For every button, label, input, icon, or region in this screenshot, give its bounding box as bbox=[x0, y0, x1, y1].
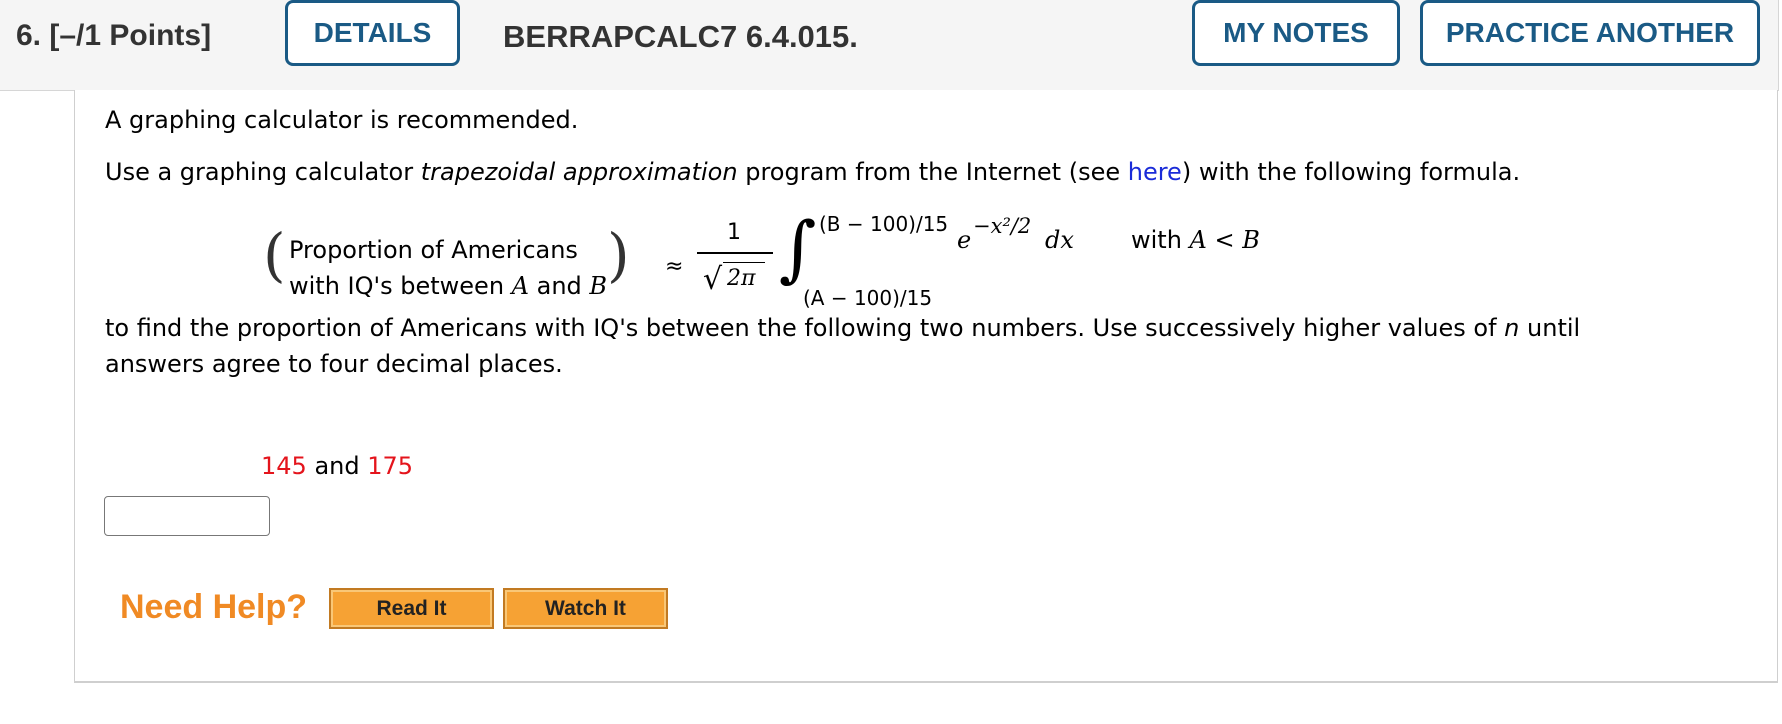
value-b: 175 bbox=[367, 452, 414, 480]
paren-line-2: with IQ's between A and B bbox=[289, 272, 607, 300]
sqrt-symbol: √ bbox=[703, 262, 723, 297]
paren-line-2-pre: with IQ's between bbox=[289, 272, 512, 300]
condition-expr: A < B bbox=[1189, 226, 1260, 254]
instruction-italic: trapezoidal approximation bbox=[420, 158, 738, 186]
upper-limit: (B − 100)/15 bbox=[819, 212, 949, 236]
lower-limit: (A − 100)/15 bbox=[803, 286, 933, 310]
answer-input[interactable] bbox=[104, 496, 270, 536]
dx-label: dx bbox=[1045, 226, 1074, 254]
my-notes-button[interactable]: MY NOTES bbox=[1192, 0, 1400, 66]
paren-and: and bbox=[529, 272, 590, 300]
integrand-base: e bbox=[957, 226, 972, 254]
here-link[interactable]: here bbox=[1128, 158, 1182, 186]
var-a: A bbox=[511, 272, 529, 300]
sqrt-bar bbox=[723, 262, 765, 263]
value-and: and bbox=[306, 452, 368, 480]
task-line-1-end: until bbox=[1519, 314, 1581, 342]
practice-another-button[interactable]: PRACTICE ANOTHER bbox=[1420, 0, 1760, 66]
points-label: [–/1 Points] bbox=[49, 19, 212, 52]
instruction-post: ) with the following formula. bbox=[1181, 158, 1521, 186]
details-button[interactable]: DETAILS bbox=[285, 0, 460, 66]
fraction-numerator: 1 bbox=[727, 220, 741, 245]
condition: with A < B bbox=[1131, 226, 1260, 254]
iq-range: 145 and 175 bbox=[261, 452, 413, 480]
question-number: 6. bbox=[16, 19, 42, 52]
instruction-mid: program from the Internet (see bbox=[737, 158, 1128, 186]
value-a: 145 bbox=[261, 452, 307, 480]
var-n: n bbox=[1504, 314, 1520, 342]
task-line-1: to find the proportion of Americans with… bbox=[105, 314, 1580, 342]
fraction-denominator: 2π bbox=[727, 266, 756, 291]
instruction-pre: Use a graphing calculator bbox=[105, 158, 421, 186]
integral-sign: ∫ bbox=[779, 206, 817, 290]
approx-symbol: ≈ bbox=[665, 254, 684, 279]
right-paren: ) bbox=[607, 221, 630, 289]
instruction-text: Use a graphing calculator trapezoidal ap… bbox=[105, 158, 1520, 186]
task-line-2: answers agree to four decimal places. bbox=[105, 350, 563, 378]
var-b: B bbox=[589, 272, 608, 300]
question-label: 6. [–/1 Points] bbox=[16, 19, 211, 53]
fraction-bar bbox=[697, 252, 773, 254]
task-line-1-text: to find the proportion of Americans with… bbox=[105, 314, 1505, 342]
read-it-button[interactable]: Read It bbox=[329, 588, 494, 629]
question-header: 6. [–/1 Points] DETAILS BERRAPCALC7 6.4.… bbox=[0, 0, 1779, 91]
calculator-note: A graphing calculator is recommended. bbox=[105, 106, 579, 134]
need-help-label: Need Help? bbox=[120, 588, 308, 626]
watch-it-button[interactable]: Watch It bbox=[503, 588, 668, 629]
condition-pre: with bbox=[1131, 226, 1190, 254]
integrand-exponent: −x²/2 bbox=[973, 214, 1032, 238]
problem-id: BERRAPCALC7 6.4.015. bbox=[503, 19, 858, 54]
left-paren: ( bbox=[263, 221, 286, 289]
paren-line-1: Proportion of Americans bbox=[289, 236, 578, 264]
